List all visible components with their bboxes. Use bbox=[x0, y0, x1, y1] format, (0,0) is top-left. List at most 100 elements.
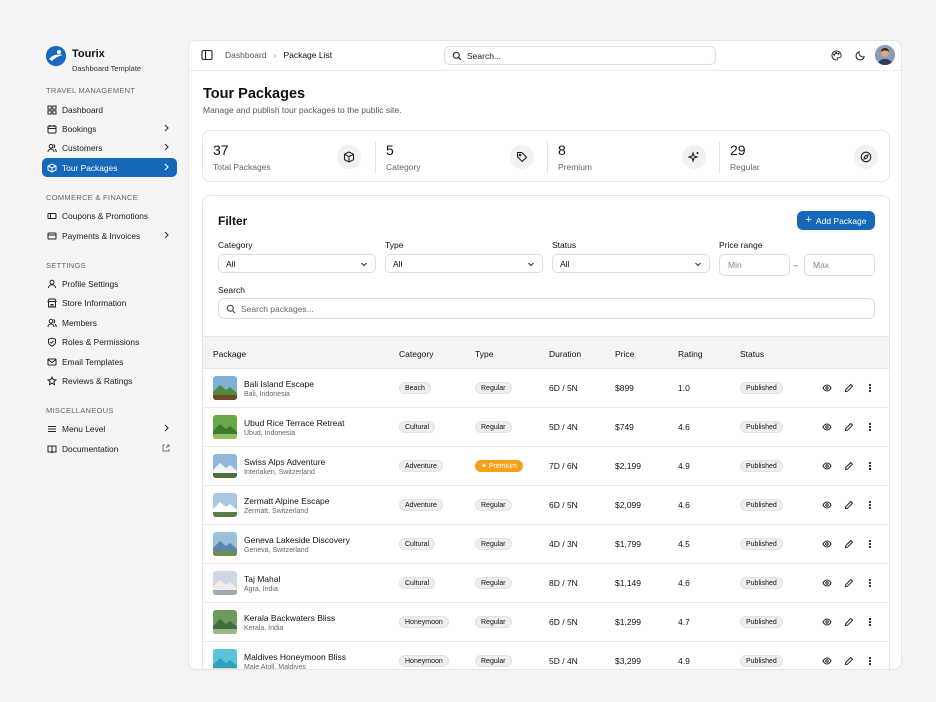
table-row[interactable]: Maldives Honeymoon Bliss Male Atoll, Mald… bbox=[203, 642, 889, 669]
column-header-package[interactable]: Package bbox=[213, 349, 246, 359]
pencil-icon[interactable] bbox=[844, 617, 854, 627]
column-header-status[interactable]: Status bbox=[740, 349, 764, 359]
sidebar-item-menu-level[interactable]: Menu Level bbox=[42, 419, 177, 438]
more-vertical-icon[interactable] bbox=[865, 461, 875, 471]
pencil-icon[interactable] bbox=[844, 500, 854, 510]
eye-icon[interactable] bbox=[822, 578, 832, 588]
table-row[interactable]: Bali Island Escape Bali, Indonesia Beach Re… bbox=[203, 369, 889, 408]
package-name[interactable]: Maldives Honeymoon Bliss bbox=[244, 652, 346, 662]
more-vertical-icon[interactable] bbox=[865, 422, 875, 432]
more-vertical-icon[interactable] bbox=[865, 617, 875, 627]
table-row[interactable]: Taj Mahal Agra, India Cultural Regular 8D / … bbox=[203, 564, 889, 603]
status-select[interactable]: All bbox=[552, 254, 710, 273]
package-thumbnail bbox=[213, 493, 237, 517]
stat-total-packages: 37 Total Packages bbox=[203, 131, 375, 183]
table-row[interactable]: Kerala Backwaters Bliss Kerala, India Hone… bbox=[203, 603, 889, 642]
price-max-input[interactable]: Max bbox=[804, 254, 875, 276]
eye-icon[interactable] bbox=[822, 500, 832, 510]
sidebar-item-coupons[interactable]: Coupons & Promotions bbox=[42, 206, 177, 225]
box-icon bbox=[337, 145, 361, 169]
add-package-button[interactable]: + Add Package bbox=[797, 211, 875, 230]
eye-icon[interactable] bbox=[822, 539, 832, 549]
rating-cell: 4.9 bbox=[678, 461, 690, 471]
type-badge-label: Regular bbox=[481, 618, 506, 626]
category-select[interactable]: All bbox=[218, 254, 376, 273]
package-name[interactable]: Kerala Backwaters Bliss bbox=[244, 613, 335, 623]
type-badge: Regular bbox=[475, 577, 512, 589]
column-header-category[interactable]: Category bbox=[399, 349, 434, 359]
status-badge: Published bbox=[740, 499, 783, 511]
sidebar-item-tour-packages[interactable]: Tour Packages bbox=[42, 158, 177, 177]
more-vertical-icon[interactable] bbox=[865, 383, 875, 393]
duration-cell: 6D / 5N bbox=[549, 383, 578, 393]
eye-icon[interactable] bbox=[822, 617, 832, 627]
price-min-input[interactable]: Min bbox=[719, 254, 790, 276]
column-header-price[interactable]: Price bbox=[615, 349, 634, 359]
package-name[interactable]: Swiss Alps Adventure bbox=[244, 457, 325, 467]
package-thumbnail bbox=[213, 454, 237, 478]
package-name[interactable]: Bali Island Escape bbox=[244, 379, 314, 389]
duration-cell: 5D / 4N bbox=[549, 422, 578, 432]
sidebar-item-reviews-ratings[interactable]: Reviews & Ratings bbox=[42, 371, 177, 390]
breadcrumb-item-dashboard[interactable]: Dashboard bbox=[225, 50, 267, 60]
eye-icon[interactable] bbox=[822, 461, 832, 471]
category-filter-label: Category bbox=[218, 240, 253, 250]
pencil-icon[interactable] bbox=[844, 539, 854, 549]
package-name[interactable]: Zermatt Alpine Escape bbox=[244, 496, 330, 506]
table-row[interactable]: Ubud Rice Terrace Retreat Ubud, Indonesia… bbox=[203, 408, 889, 447]
column-header-duration[interactable]: Duration bbox=[549, 349, 581, 359]
sidebar-item-dashboard[interactable]: Dashboard bbox=[42, 100, 177, 119]
moon-icon[interactable] bbox=[855, 50, 866, 61]
sidebar-item-label: Dashboard bbox=[62, 104, 103, 115]
category-badge: Cultural bbox=[399, 538, 436, 550]
avatar[interactable] bbox=[875, 45, 895, 65]
status-badge: Published bbox=[740, 616, 783, 628]
pencil-icon[interactable] bbox=[844, 578, 854, 588]
eye-icon[interactable] bbox=[822, 656, 832, 666]
sidebar-item-roles-permissions[interactable]: Roles & Permissions bbox=[42, 332, 177, 351]
table-row[interactable]: Zermatt Alpine Escape Zermatt, Switzerlan… bbox=[203, 486, 889, 525]
column-header-type[interactable]: Type bbox=[475, 349, 493, 359]
palette-icon[interactable] bbox=[831, 50, 842, 61]
search-icon bbox=[452, 51, 462, 60]
sidebar-item-members[interactable]: Members bbox=[42, 313, 177, 332]
table-row[interactable]: Swiss Alps Adventure Interlaken, Switzerl… bbox=[203, 447, 889, 486]
sidebar-item-customers[interactable]: Customers bbox=[42, 138, 177, 157]
more-vertical-icon[interactable] bbox=[865, 578, 875, 588]
more-vertical-icon[interactable] bbox=[865, 500, 875, 510]
sidebar-toggle-icon[interactable] bbox=[201, 49, 213, 61]
status-badge: Published bbox=[740, 655, 783, 667]
more-vertical-icon[interactable] bbox=[865, 539, 875, 549]
type-select[interactable]: All bbox=[385, 254, 543, 273]
pencil-icon[interactable] bbox=[844, 656, 854, 666]
sidebar-item-bookings[interactable]: Bookings bbox=[42, 119, 177, 138]
package-name[interactable]: Ubud Rice Terrace Retreat bbox=[244, 418, 344, 428]
column-header-rating[interactable]: Rating bbox=[678, 349, 703, 359]
package-name[interactable]: Geneva Lakeside Discovery bbox=[244, 535, 350, 545]
sidebar-item-store-information[interactable]: Store Information bbox=[42, 293, 177, 312]
pencil-icon[interactable] bbox=[844, 383, 854, 393]
category-badge: Honeymoon bbox=[399, 616, 449, 628]
eye-icon[interactable] bbox=[822, 383, 832, 393]
price-cell: $3,299 bbox=[615, 656, 641, 666]
more-vertical-icon[interactable] bbox=[865, 656, 875, 666]
stat-label: Category bbox=[386, 162, 421, 172]
sidebar-item-documentation[interactable]: Documentation bbox=[42, 439, 177, 458]
sidebar-item-email-templates[interactable]: Email Templates bbox=[42, 352, 177, 371]
package-thumbnail bbox=[213, 571, 237, 595]
sidebar: Tourix Dashboard Template TRAVEL MANAGEM… bbox=[32, 40, 186, 670]
sidebar-item-label: Documentation bbox=[62, 443, 119, 454]
global-search-input[interactable]: Search... bbox=[444, 46, 716, 65]
eye-icon[interactable] bbox=[822, 422, 832, 432]
package-search-input[interactable]: Search packages... bbox=[218, 298, 875, 319]
package-name[interactable]: Taj Mahal bbox=[244, 574, 280, 584]
sidebar-item-profile-settings[interactable]: Profile Settings bbox=[42, 274, 177, 293]
stat-value: 29 bbox=[730, 142, 746, 158]
pencil-icon[interactable] bbox=[844, 422, 854, 432]
table-row[interactable]: Geneva Lakeside Discovery Geneva, Switzer… bbox=[203, 525, 889, 564]
chevron-right-icon bbox=[164, 231, 169, 239]
pencil-icon[interactable] bbox=[844, 461, 854, 471]
section-title-misc: MISCELLANEOUS bbox=[46, 406, 114, 415]
brand[interactable]: Tourix Dashboard Template bbox=[46, 44, 186, 74]
sidebar-item-payments[interactable]: Payments & Invoices bbox=[42, 226, 177, 245]
